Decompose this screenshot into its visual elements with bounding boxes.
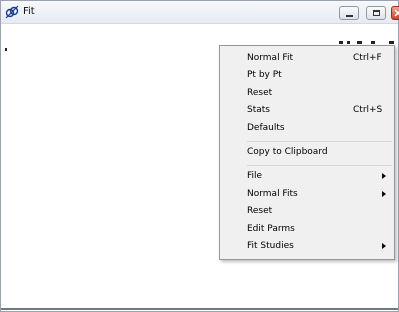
submenu-arrow-icon <box>382 243 386 249</box>
close-button[interactable] <box>391 6 399 20</box>
menu-item-label: Reset <box>247 88 273 98</box>
menu-item-label: Fit Studies <box>247 241 294 251</box>
menu-item-pt-by-pt[interactable]: Pt by Pt <box>220 67 394 84</box>
menu-item-defaults[interactable]: Defaults <box>220 120 394 137</box>
menu-item-reset[interactable]: Reset <box>220 85 394 102</box>
window-title: Fit <box>23 6 35 17</box>
submenu-arrow-icon <box>382 191 386 197</box>
menu-item-stats[interactable]: Stats Ctrl+S <box>220 102 394 119</box>
plot-fragment <box>357 41 362 44</box>
menu-item-reset-2[interactable]: Reset <box>220 203 394 220</box>
menu-item-label: File <box>247 171 263 181</box>
submenu-arrow-icon <box>382 173 386 179</box>
menu-item-label: Stats <box>247 105 270 115</box>
menu-item-normal-fits[interactable]: Normal Fits <box>220 186 394 203</box>
menu-item-label: Normal Fits <box>247 189 298 199</box>
context-menu: Normal Fit Ctrl+F Pt by Pt Reset Stats C… <box>219 45 395 260</box>
menu-item-shortcut: Ctrl+F <box>353 53 382 63</box>
maximize-icon <box>373 10 380 16</box>
plot-fragment <box>347 41 350 44</box>
plot-fragment <box>339 41 343 44</box>
menu-item-copy-to-clipboard[interactable]: Copy to Clipboard <box>220 144 394 161</box>
plot-fragment <box>389 41 394 44</box>
menu-separator <box>247 141 392 142</box>
fit-window: Fit Normal Fit Ctrl+F Pt by Pt Reset Sta… <box>0 0 399 312</box>
window-bottom-edge <box>1 308 398 310</box>
menu-item-label: Pt by Pt <box>247 70 282 80</box>
menu-item-edit-parms[interactable]: Edit Parms <box>220 221 394 238</box>
menu-item-shortcut: Ctrl+S <box>353 105 383 115</box>
menu-item-label: Normal Fit <box>247 53 293 63</box>
menu-item-file[interactable]: File <box>220 168 394 185</box>
menu-item-label: Copy to Clipboard <box>247 147 328 157</box>
plot-fragment <box>5 48 7 51</box>
close-icon <box>394 9 399 17</box>
minimize-button[interactable] <box>339 6 359 20</box>
plot-fragment <box>371 41 375 44</box>
menu-separator <box>247 165 392 166</box>
fit-app-icon <box>5 5 19 19</box>
menu-item-normal-fit[interactable]: Normal Fit Ctrl+F <box>220 50 394 67</box>
title-bar[interactable]: Fit <box>1 1 399 24</box>
menu-item-label: Edit Parms <box>247 224 295 234</box>
menu-item-label: Defaults <box>247 123 285 133</box>
maximize-button[interactable] <box>366 6 386 20</box>
menu-item-fit-studies[interactable]: Fit Studies <box>220 238 394 255</box>
menu-item-label: Reset <box>247 206 273 216</box>
minimize-icon <box>346 15 353 17</box>
